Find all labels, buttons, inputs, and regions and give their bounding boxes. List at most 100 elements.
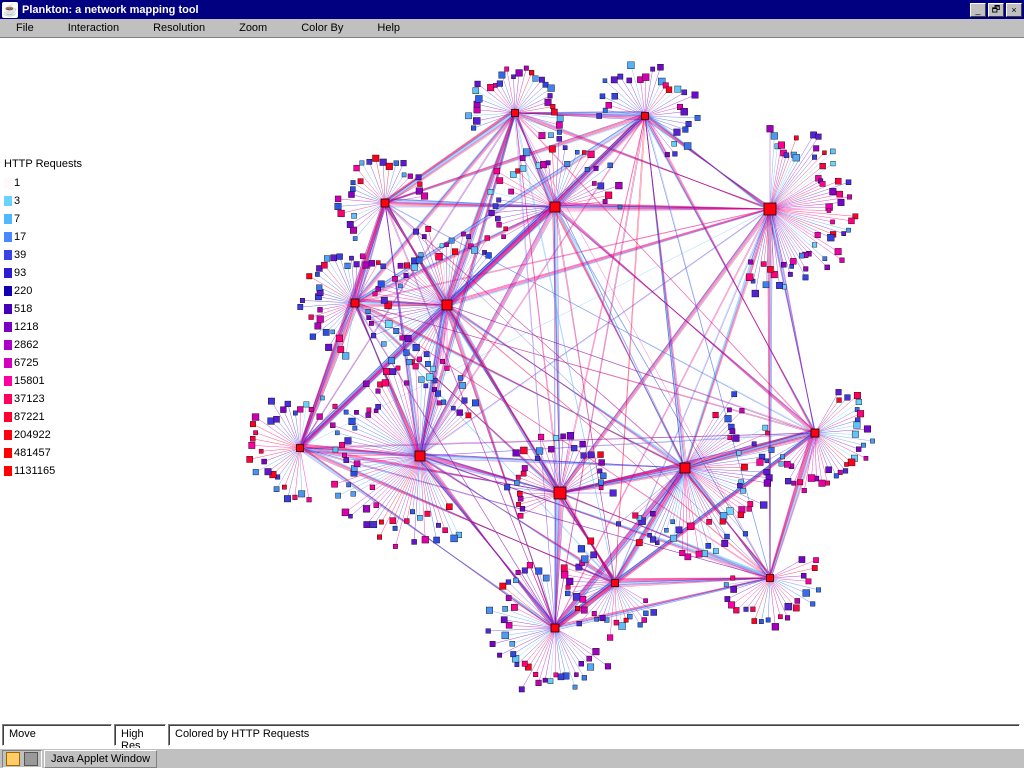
menu-color-by[interactable]: Color By bbox=[291, 20, 353, 36]
leaf-node[interactable] bbox=[684, 143, 691, 150]
leaf-node[interactable] bbox=[373, 155, 380, 162]
leaf-node[interactable] bbox=[445, 243, 449, 247]
leaf-node[interactable] bbox=[793, 154, 800, 161]
leaf-node[interactable] bbox=[573, 685, 577, 689]
leaf-node[interactable] bbox=[797, 480, 802, 485]
leaf-node[interactable] bbox=[497, 178, 503, 184]
leaf-node[interactable] bbox=[406, 359, 412, 365]
hub-node[interactable] bbox=[612, 580, 619, 587]
leaf-node[interactable] bbox=[376, 404, 381, 409]
leaf-node[interactable] bbox=[426, 226, 431, 231]
leaf-node[interactable] bbox=[418, 377, 424, 383]
leaf-node[interactable] bbox=[733, 435, 740, 442]
leaf-node[interactable] bbox=[838, 199, 844, 205]
leaf-node[interactable] bbox=[533, 672, 538, 677]
leaf-node[interactable] bbox=[441, 400, 446, 405]
leaf-node[interactable] bbox=[759, 619, 763, 623]
leaf-node[interactable] bbox=[557, 130, 562, 135]
leaf-node[interactable] bbox=[374, 503, 379, 508]
hub-node[interactable] bbox=[554, 487, 566, 499]
leaf-node[interactable] bbox=[785, 615, 790, 620]
leaf-node[interactable] bbox=[835, 248, 842, 255]
leaf-node[interactable] bbox=[489, 210, 495, 216]
leaf-node[interactable] bbox=[369, 321, 373, 325]
leaf-node[interactable] bbox=[636, 539, 642, 545]
leaf-node[interactable] bbox=[536, 568, 543, 575]
hub-node[interactable] bbox=[297, 445, 304, 452]
leaf-node[interactable] bbox=[799, 253, 804, 258]
visualization-canvas[interactable]: HTTP Requests 13717399322051812182862672… bbox=[0, 38, 1024, 710]
leaf-node[interactable] bbox=[848, 459, 855, 466]
leaf-node[interactable] bbox=[333, 404, 337, 408]
minimize-button[interactable]: _ bbox=[970, 3, 986, 17]
leaf-node[interactable] bbox=[451, 535, 458, 542]
leaf-node[interactable] bbox=[648, 533, 652, 537]
leaf-node[interactable] bbox=[521, 471, 526, 476]
leaf-node[interactable] bbox=[398, 284, 402, 288]
leaf-node[interactable] bbox=[695, 115, 700, 120]
leaf-node[interactable] bbox=[338, 346, 344, 352]
leaf-node[interactable] bbox=[426, 374, 433, 381]
leaf-node[interactable] bbox=[317, 316, 324, 323]
leaf-node[interactable] bbox=[366, 413, 371, 418]
leaf-node[interactable] bbox=[676, 527, 682, 533]
leaf-node[interactable] bbox=[485, 236, 490, 241]
leaf-node[interactable] bbox=[588, 452, 594, 458]
leaf-node[interactable] bbox=[398, 263, 403, 268]
leaf-node[interactable] bbox=[831, 161, 836, 166]
leaf-node[interactable] bbox=[473, 117, 480, 124]
leaf-node[interactable] bbox=[558, 674, 564, 680]
leaf-node[interactable] bbox=[820, 163, 826, 169]
leaf-node[interactable] bbox=[657, 64, 663, 70]
leaf-node[interactable] bbox=[769, 447, 775, 453]
leaf-node[interactable] bbox=[737, 483, 742, 488]
leaf-node[interactable] bbox=[404, 350, 410, 356]
leaf-node[interactable] bbox=[671, 520, 675, 524]
leaf-node[interactable] bbox=[458, 375, 463, 380]
leaf-node[interactable] bbox=[606, 102, 612, 108]
leaf-node[interactable] bbox=[692, 92, 698, 98]
leaf-node[interactable] bbox=[827, 209, 831, 213]
leaf-node[interactable] bbox=[349, 256, 353, 260]
leaf-node[interactable] bbox=[505, 67, 509, 71]
leaf-node[interactable] bbox=[588, 538, 594, 544]
leaf-node[interactable] bbox=[371, 333, 376, 338]
leaf-node[interactable] bbox=[293, 411, 297, 415]
leaf-node[interactable] bbox=[535, 456, 540, 461]
leaf-node[interactable] bbox=[370, 521, 376, 527]
leaf-node[interactable] bbox=[633, 513, 639, 519]
leaf-node[interactable] bbox=[504, 227, 508, 231]
leaf-node[interactable] bbox=[837, 398, 842, 403]
leaf-node[interactable] bbox=[379, 520, 383, 524]
leaf-node[interactable] bbox=[471, 247, 477, 253]
leaf-node[interactable] bbox=[506, 580, 511, 585]
menu-resolution[interactable]: Resolution bbox=[143, 20, 215, 36]
menu-help[interactable]: Help bbox=[367, 20, 410, 36]
leaf-node[interactable] bbox=[502, 235, 506, 239]
leaf-node[interactable] bbox=[864, 426, 871, 433]
leaf-node[interactable] bbox=[416, 257, 422, 263]
leaf-node[interactable] bbox=[725, 596, 730, 601]
leaf-node[interactable] bbox=[536, 680, 542, 686]
leaf-node[interactable] bbox=[766, 618, 770, 622]
leaf-node[interactable] bbox=[612, 93, 618, 99]
leaf-node[interactable] bbox=[605, 663, 611, 669]
leaf-node[interactable] bbox=[830, 188, 837, 195]
leaf-node[interactable] bbox=[352, 213, 357, 218]
leaf-node[interactable] bbox=[413, 229, 418, 234]
leaf-node[interactable] bbox=[802, 488, 807, 493]
leaf-node[interactable] bbox=[788, 272, 792, 276]
leaf-node[interactable] bbox=[803, 275, 808, 280]
leaf-node[interactable] bbox=[501, 617, 507, 623]
leaf-node[interactable] bbox=[551, 109, 557, 115]
leaf-node[interactable] bbox=[337, 254, 343, 260]
leaf-node[interactable] bbox=[847, 195, 852, 200]
leaf-node[interactable] bbox=[400, 336, 405, 341]
leaf-node[interactable] bbox=[816, 588, 821, 593]
leaf-node[interactable] bbox=[720, 519, 726, 525]
leaf-node[interactable] bbox=[473, 88, 479, 94]
leaf-node[interactable] bbox=[524, 66, 529, 71]
leaf-node[interactable] bbox=[330, 423, 335, 428]
leaf-node[interactable] bbox=[843, 469, 848, 474]
menu-zoom[interactable]: Zoom bbox=[229, 20, 277, 36]
